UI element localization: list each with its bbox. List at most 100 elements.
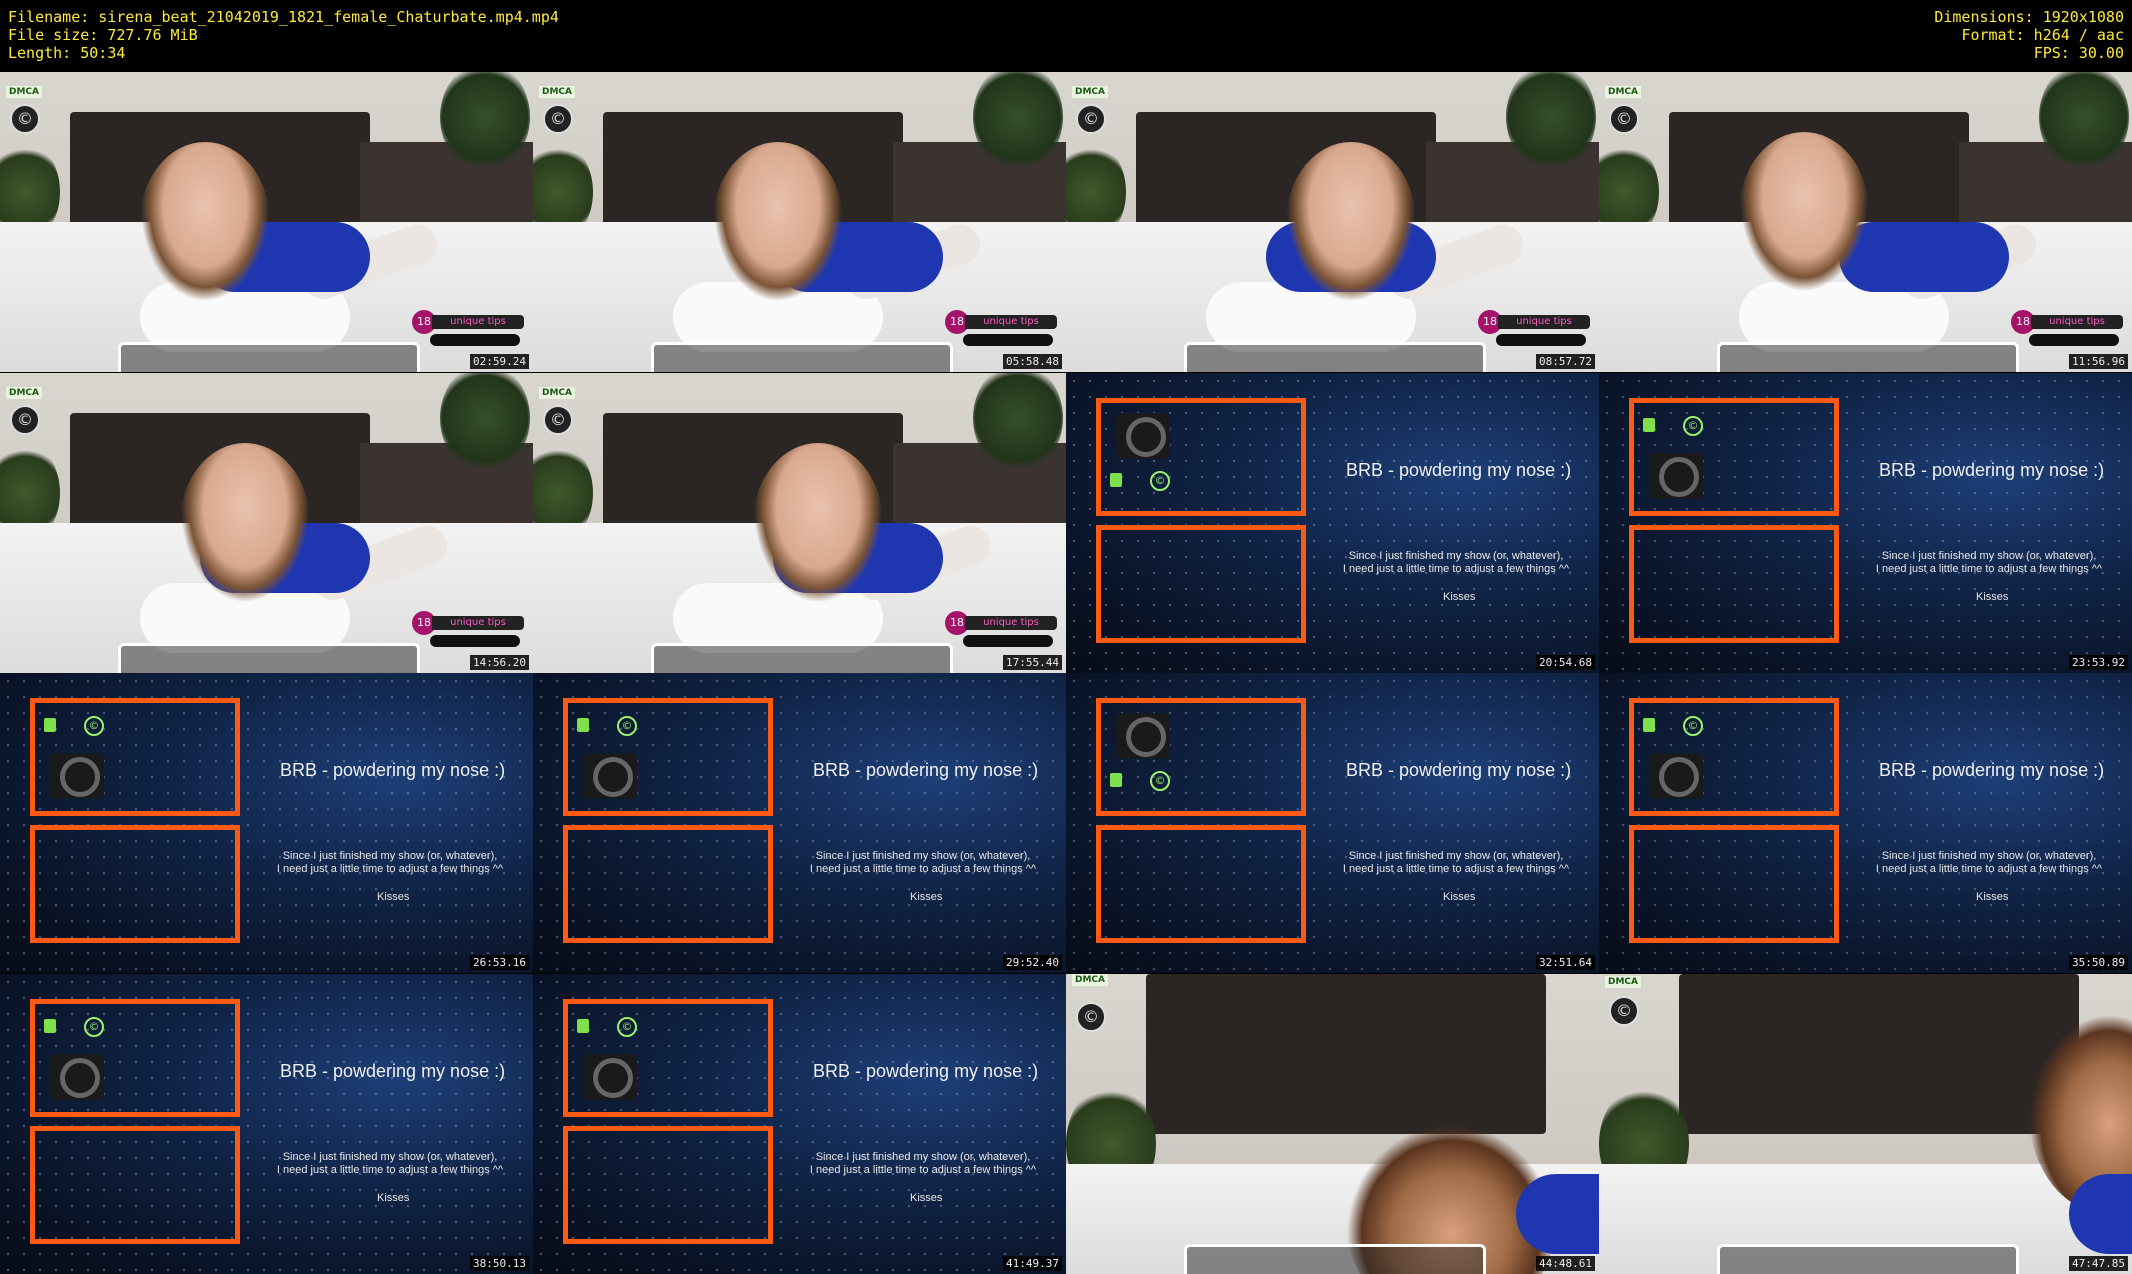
logo-icon	[1649, 753, 1703, 799]
timestamp: 17:55.44	[1003, 654, 1062, 670]
video-thumbnail[interactable]: © BRB - powdering my nose :) Since I just …	[1599, 372, 2132, 673]
brb-kisses: Kisses	[377, 891, 410, 903]
brb-line-1: Since I just finished my show (or, whate…	[1881, 549, 2097, 562]
brb-line-2: I need just a little time to adjust a fe…	[1342, 863, 1570, 875]
brb-line-2: I need just a little time to adjust a fe…	[276, 1163, 504, 1176]
overlay-frame	[651, 342, 953, 372]
copyright-icon: ©	[84, 1016, 104, 1037]
video-thumbnail[interactable]: DMCA © 18 unique tips 17:55.44	[533, 372, 1066, 673]
overlay-frame	[1717, 1243, 2019, 1274]
model	[140, 142, 270, 302]
format-text: Format: h264 / aac	[1961, 26, 2124, 44]
room-scene: DMCA © 18 unique tips	[0, 372, 533, 673]
headboard	[1679, 973, 2079, 1134]
fps-text: FPS: 30.00	[2033, 44, 2124, 62]
video-thumbnail[interactable]: © BRB - powdering my nose :) Since I just …	[0, 673, 533, 973]
video-thumbnail[interactable]: DMCA © 18 unique tips 05:58.48	[533, 72, 1066, 372]
video-thumbnail[interactable]: DMCA © 18 unique tips 02:59.24	[0, 72, 533, 372]
timestamp: 02:59.24	[470, 354, 529, 369]
video-thumbnail[interactable]: DMCA © 18 unique tips 08:57.72	[1066, 72, 1599, 372]
brb-kisses: Kisses	[1443, 590, 1476, 603]
thumbnail-grid: DMCA © 18 unique tips 02:59.24 DMCA © 18 unique …	[0, 72, 2132, 1274]
copyright-icon: ©	[10, 404, 40, 435]
video-thumbnail[interactable]: DMCA © 18 unique tips 11:56.96	[1599, 72, 2132, 372]
model	[753, 442, 883, 603]
dmca-badge: DMCA	[1605, 975, 1641, 988]
logo-icon	[1649, 452, 1703, 499]
brb-scene: © BRB - powdering my nose :) Since I just …	[533, 973, 1066, 1274]
brb-line-1: Since I just finished my show (or, whate…	[815, 850, 1031, 862]
closeup-scene: DMCA ©	[1599, 973, 2132, 1274]
brb-line-1: Since I just finished my show (or, whate…	[1348, 549, 1564, 562]
brb-title: BRB - powdering my nose :)	[1879, 459, 2105, 480]
lock-icon	[44, 718, 56, 732]
room-scene: DMCA © 18 unique tips	[1599, 72, 2132, 372]
copyright-icon: ©	[1683, 716, 1703, 736]
video-thumbnail[interactable]: © BRB - powdering my nose :) Since I just …	[1066, 372, 1599, 673]
filename-text: Filename: sirena_beat_21042019_1821_fema…	[8, 8, 559, 26]
timestamp: 26:53.16	[470, 955, 529, 970]
toy-bar	[430, 634, 520, 647]
timestamp: 20:54.68	[1536, 654, 1595, 670]
video-thumbnail[interactable]: DMCA © 18 unique tips 14:56.20	[0, 372, 533, 673]
dimensions-text: Dimensions: 1920x1080	[1934, 8, 2124, 26]
brb-line-2: I need just a little time to adjust a fe…	[1875, 562, 2103, 575]
copyright-icon: ©	[1150, 771, 1170, 791]
brb-title: BRB - powdering my nose :)	[1346, 760, 1572, 780]
overlay-frame	[1717, 342, 2019, 372]
dmca-badge: DMCA	[539, 386, 575, 399]
webcam-frame	[1629, 825, 1839, 943]
length-text: Length: 50:34	[8, 44, 126, 62]
lock-icon	[577, 1018, 589, 1033]
brb-line-1: Since I just finished my show (or, whate…	[1348, 850, 1564, 862]
toy-bar	[963, 334, 1053, 346]
copyright-icon: ©	[543, 104, 573, 134]
copyright-icon: ©	[1150, 470, 1170, 491]
timestamp: 35:50.89	[2069, 955, 2128, 970]
brb-title: BRB - powdering my nose :)	[1879, 760, 2105, 780]
brb-line-2: I need just a little time to adjust a fe…	[1342, 562, 1570, 575]
timestamp: 38:50.13	[470, 1255, 529, 1271]
copyright-icon: ©	[1076, 104, 1106, 134]
brb-line-2: I need just a little time to adjust a fe…	[809, 1163, 1037, 1176]
brb-kisses: Kisses	[1976, 891, 2009, 903]
webcam-frame	[563, 1125, 773, 1244]
video-thumbnail[interactable]: © BRB - powdering my nose :) Since I just …	[533, 673, 1066, 973]
unique-tips-label: unique tips	[1498, 315, 1590, 329]
overlay-frame	[1184, 342, 1486, 372]
video-thumbnail[interactable]: DMCA © 44:48.61	[1066, 973, 1599, 1274]
copyright-icon: ©	[1609, 995, 1639, 1026]
video-thumbnail[interactable]: © BRB - powdering my nose :) Since I just …	[533, 973, 1066, 1274]
logo-icon	[583, 1053, 637, 1100]
unique-tips-label: unique tips	[432, 315, 524, 329]
timestamp: 23:53.92	[2069, 654, 2128, 670]
unique-tips-label: unique tips	[965, 615, 1057, 630]
brb-line-1: Since I just finished my show (or, whate…	[282, 1150, 498, 1163]
lock-icon	[1110, 472, 1122, 487]
video-thumbnail[interactable]: © BRB - powdering my nose :) Since I just …	[0, 973, 533, 1274]
timestamp: 05:58.48	[1003, 354, 1062, 369]
video-thumbnail[interactable]: © BRB - powdering my nose :) Since I just …	[1599, 673, 2132, 973]
dmca-badge: DMCA	[6, 386, 42, 399]
brb-scene: © BRB - powdering my nose :) Since I just …	[1066, 372, 1599, 673]
lock-icon	[44, 1018, 56, 1033]
webcam-frame	[1629, 524, 1839, 643]
model	[180, 442, 310, 603]
video-thumbnail[interactable]: © BRB - powdering my nose :) Since I just …	[1066, 673, 1599, 973]
brb-kisses: Kisses	[910, 891, 943, 903]
brb-scene: © BRB - powdering my nose :) Since I just …	[1599, 372, 2132, 673]
timestamp: 11:56.96	[2069, 354, 2128, 369]
webcam-frame	[30, 825, 240, 943]
lock-icon	[1643, 417, 1655, 432]
brb-line-2: I need just a little time to adjust a fe…	[809, 863, 1037, 875]
brb-title: BRB - powdering my nose :)	[813, 1060, 1039, 1081]
video-thumbnail[interactable]: DMCA © 47:47.85	[1599, 973, 2132, 1274]
header-left: Filename: sirena_beat_21042019_1821_fema…	[8, 8, 559, 62]
timestamp: 29:52.40	[1003, 955, 1062, 970]
copyright-icon: ©	[10, 104, 40, 134]
brb-title: BRB - powdering my nose :)	[813, 760, 1039, 780]
model-dress	[1516, 1173, 1599, 1254]
copyright-icon: ©	[1609, 104, 1639, 134]
webcam-frame	[1096, 825, 1306, 943]
brb-kisses: Kisses	[910, 1191, 943, 1204]
